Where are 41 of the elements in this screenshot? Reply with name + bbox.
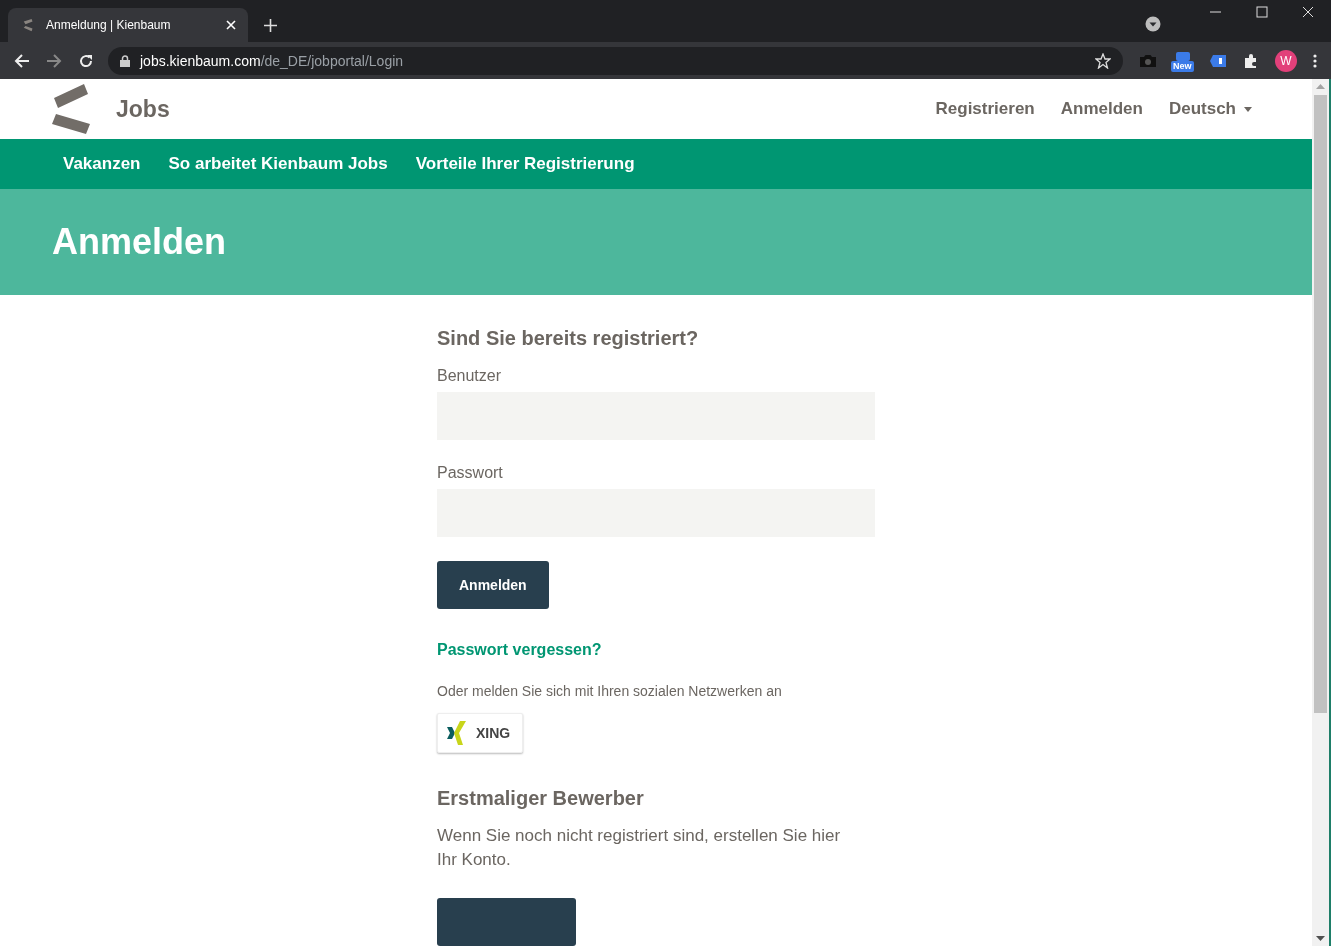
reload-icon[interactable] (78, 52, 94, 69)
scroll-down-icon[interactable] (1316, 936, 1325, 941)
field-label: Passwort (437, 464, 503, 482)
camera-icon[interactable] (1139, 53, 1157, 68)
lock-icon (120, 54, 130, 67)
close-icon[interactable] (1302, 6, 1314, 18)
dropdown-icon[interactable] (1145, 16, 1161, 32)
tag-icon[interactable] (1209, 53, 1227, 68)
star-icon[interactable] (1095, 52, 1111, 69)
address-bar[interactable]: jobs.kienbaum.com/de_DE/jobportal/Login (108, 46, 1123, 75)
puzzle-icon[interactable] (1243, 52, 1259, 69)
caret-icon (1244, 106, 1252, 112)
forward-icon[interactable] (46, 52, 62, 69)
back-icon[interactable] (14, 52, 30, 69)
page-title: Anmelden (52, 220, 227, 263)
profile-avatar[interactable]: W (1275, 49, 1297, 72)
xing-logo-icon (446, 720, 468, 746)
tab-title: Anmeldung | Kienbaum (46, 18, 172, 32)
brand-name[interactable]: Jobs (116, 95, 170, 123)
new-badge: New (1171, 60, 1194, 72)
header-link[interactable]: Registrieren (935, 99, 1035, 120)
login-button[interactable]: Anmelden (437, 561, 549, 609)
social-login-text: Oder melden Sie sich mit Ihren sozialen Netzwerken an (437, 683, 782, 699)
nav-link[interactable]: So arbeitet Kienbaum Jobs (168, 154, 388, 174)
browser-tab[interactable]: Anmeldung | Kienbaum (8, 8, 248, 42)
new-tab-icon[interactable] (264, 19, 277, 32)
forgot-password-link[interactable]: Passwort vergessen? (437, 641, 602, 659)
xing-button[interactable]: XING (437, 713, 523, 753)
scrollbar[interactable] (1312, 79, 1329, 946)
url-text: jobs.kienbaum.com/de_DE/jobportal/Login (140, 52, 404, 69)
header-link[interactable]: Anmelden (1060, 99, 1143, 120)
section-heading: Erstmaliger Bewerber (437, 787, 644, 810)
menu-icon[interactable] (1313, 53, 1317, 68)
section-heading: Sind Sie bereits registriert? (437, 327, 699, 350)
language-dropdown[interactable]: Deutsch (1168, 99, 1252, 120)
nav-link[interactable]: Vorteile Ihrer Registrierung (415, 154, 635, 174)
logo-icon[interactable] (52, 82, 92, 137)
nav-link[interactable]: Vakanzen (63, 154, 141, 174)
maximize-icon[interactable] (1256, 6, 1268, 18)
field-label: Benutzer (437, 367, 502, 385)
info-text: Wenn Sie noch nicht registriert sind, erstellen Sie hier Ihr Konto. (437, 825, 842, 871)
